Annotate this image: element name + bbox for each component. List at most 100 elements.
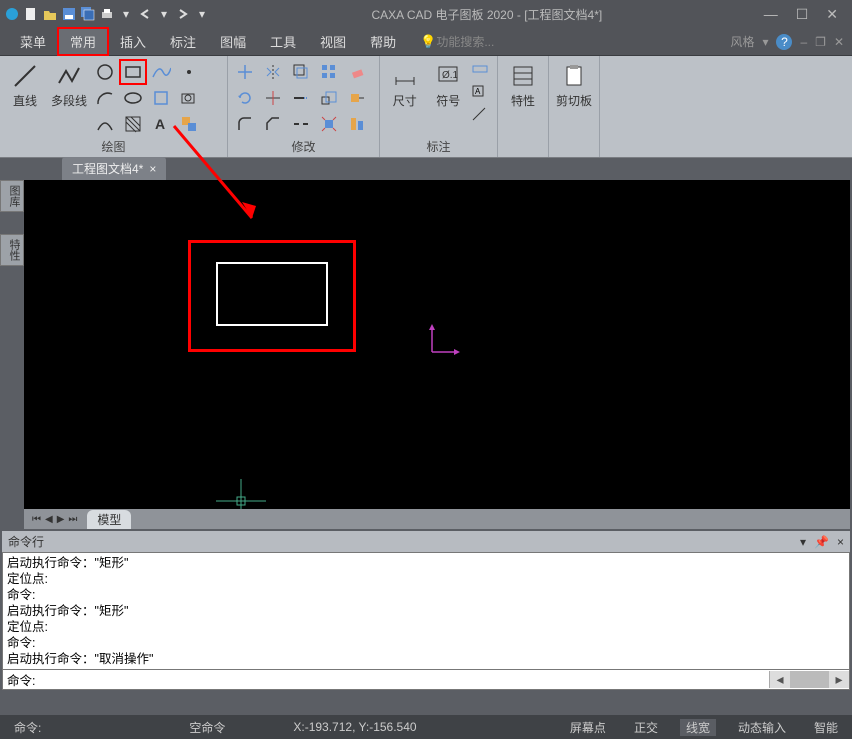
cmd-line: 定位点: [7,619,845,635]
save-icon[interactable] [61,6,77,22]
status-smart[interactable]: 智能 [808,719,844,736]
cmd-line: 定位点: [7,571,845,587]
arc-icon[interactable] [92,86,118,110]
mirror-icon[interactable] [260,60,286,84]
side-tab-library[interactable]: 图库 [0,180,24,212]
menu-help[interactable]: 帮助 [358,28,408,55]
scroll-right-icon[interactable]: ▸ [829,671,849,688]
circle-icon[interactable] [92,60,118,84]
ellipse-icon[interactable] [120,86,146,110]
cmd-line: 启动执行命令："矩形" [7,555,845,571]
erase-icon[interactable] [344,60,370,84]
model-tab[interactable]: 模型 [87,510,131,529]
panel-close-icon[interactable]: × [837,535,844,549]
dropdown-icon[interactable]: ▾ [156,6,172,22]
scale-icon[interactable] [316,86,342,110]
command-prompt: 命令: [3,670,39,689]
status-coords: X:-193.712, Y:-156.540 [287,720,422,734]
maximize-button[interactable]: ☐ [796,6,809,23]
dimension-button[interactable]: 尺寸 [384,60,426,111]
group-dim-label: 标注 [384,136,493,157]
command-panel: 命令行 ▾ 📌 × 启动执行命令："矩形" 定位点: 命令: 启动执行命令："矩… [2,531,850,690]
dim-tool-icon[interactable]: A [471,84,493,104]
doc-restore-button[interactable]: ❐ [815,35,826,49]
status-ortho[interactable]: 正交 [628,719,664,736]
align-icon[interactable] [344,112,370,136]
command-history[interactable]: 启动执行命令："矩形" 定位点: 命令: 启动执行命令："矩形" 定位点: 命令… [2,552,850,670]
nav-first-icon[interactable]: ⏮ [32,514,41,525]
stretch-icon[interactable] [344,86,370,110]
dim-tool-icon[interactable] [471,106,493,126]
app-icon[interactable] [4,6,20,22]
menu-frame[interactable]: 图幅 [208,28,258,55]
symbol-button[interactable]: Ø.1 符号 [428,60,470,111]
menu-tools[interactable]: 工具 [258,28,308,55]
doc-close-button[interactable]: ✕ [834,35,844,49]
search-input[interactable]: 功能搜索... [436,33,494,50]
status-lineweight[interactable]: 线宽 [680,719,716,736]
drawn-rectangle [216,262,328,326]
dim-tool-icon[interactable] [471,62,493,82]
undo-icon[interactable] [137,6,153,22]
panel-pin-icon[interactable]: 📌 [814,535,829,549]
nav-last-icon[interactable]: ⏭ [68,514,77,525]
svg-text:Ø.1: Ø.1 [442,70,459,81]
saveall-icon[interactable] [80,6,96,22]
status-screen[interactable]: 屏幕点 [564,719,612,736]
style-label[interactable]: 风格 [730,33,754,50]
doc-minimize-button[interactable]: – [800,35,807,49]
line-button[interactable]: 直线 [4,60,46,111]
command-input[interactable] [39,671,769,689]
curve-icon[interactable] [92,112,118,136]
extend-icon[interactable] [288,86,314,110]
scroll-left-icon[interactable]: ◂ [770,671,790,688]
redo-icon[interactable] [175,6,191,22]
polygon-icon[interactable] [148,86,174,110]
menu-annotate[interactable]: 标注 [158,28,208,55]
move-icon[interactable] [232,60,258,84]
rectangle-icon[interactable] [120,60,146,84]
nav-next-icon[interactable]: ▶ [57,514,65,525]
properties-button[interactable]: 特性 [502,60,544,111]
text-icon[interactable]: A [148,112,174,136]
new-icon[interactable] [23,6,39,22]
offset-icon[interactable] [288,60,314,84]
menu-main[interactable]: 菜单 [8,28,58,55]
dropdown-icon[interactable]: ▾ [118,6,134,22]
fillet-icon[interactable] [232,112,258,136]
spline-icon[interactable] [148,60,174,84]
block-icon[interactable] [176,112,202,136]
close-button[interactable]: ✕ [826,6,838,23]
cmd-line: 启动执行命令："取消操作" [7,651,845,667]
array-icon[interactable] [316,60,342,84]
ribbon: 直线 多段线 A 绘图 [0,56,852,158]
break-icon[interactable] [288,112,314,136]
chamfer-icon[interactable] [260,112,286,136]
hatch-icon[interactable] [120,112,146,136]
print-icon[interactable] [99,6,115,22]
menu-common[interactable]: 常用 [58,28,108,55]
menu-view[interactable]: 视图 [308,28,358,55]
quick-access: ▾ ▾ ▾ [4,6,210,22]
camera-icon[interactable] [176,86,202,110]
polyline-button[interactable]: 多段线 [48,60,90,111]
close-icon[interactable]: × [149,162,156,176]
drawing-canvas[interactable]: 图库 特性 [24,180,850,509]
side-tab-properties[interactable]: 特性 [0,234,24,266]
menu-insert[interactable]: 插入 [108,28,158,55]
panel-menu-icon[interactable]: ▾ [800,535,806,549]
trim-icon[interactable] [260,86,286,110]
open-icon[interactable] [42,6,58,22]
rotate-icon[interactable] [232,86,258,110]
nav-prev-icon[interactable]: ◀ [45,514,53,525]
clipboard-button[interactable]: 剪切板 [553,60,595,111]
dropdown-icon[interactable]: ▾ [194,6,210,22]
help-icon[interactable]: ? [776,34,792,50]
minimize-button[interactable]: — [764,6,778,23]
point-icon[interactable] [176,60,202,84]
cmd-line: 命令: [7,635,845,651]
status-dynamic[interactable]: 动态输入 [732,719,792,736]
explode-icon[interactable] [316,112,342,136]
group-modify-label: 修改 [232,136,375,157]
document-tab[interactable]: 工程图文档4* × [62,157,166,180]
